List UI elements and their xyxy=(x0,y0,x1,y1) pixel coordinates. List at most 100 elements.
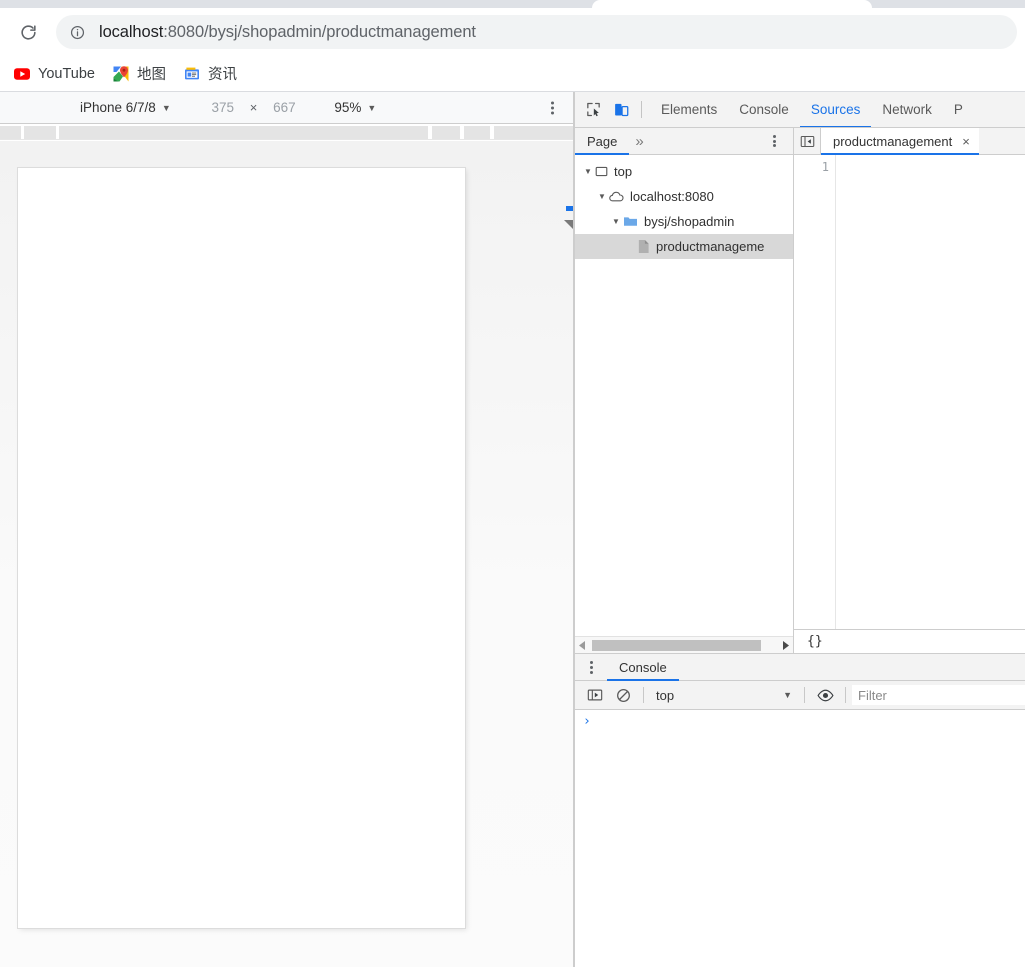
expander-triangle-icon[interactable]: ▼ xyxy=(595,192,609,201)
sources-panel: Page » ▼ top ▼ localhost:8080 ▼ bysj/sho… xyxy=(575,127,1025,967)
tab-label: P xyxy=(953,102,963,117)
sources-top-split: Page » ▼ top ▼ localhost:8080 ▼ bysj/sho… xyxy=(575,127,1025,653)
console-context-dropdown[interactable]: top ▼ xyxy=(650,688,798,703)
editor-code-content[interactable] xyxy=(836,155,1025,629)
devtools-pane: Elements Console Sources Network P Page … xyxy=(574,92,1025,967)
prompt-arrow-icon: › xyxy=(583,714,591,729)
emulated-page-viewport[interactable] xyxy=(18,168,465,928)
inspect-element-icon[interactable] xyxy=(579,97,607,123)
bookmark-maps[interactable]: 地图 xyxy=(105,61,174,87)
tab-label: Sources xyxy=(810,102,861,117)
tree-item-label: bysj/shopadmin xyxy=(644,214,735,229)
device-zoom-label: 95% xyxy=(334,100,362,115)
file-icon xyxy=(638,240,649,253)
bookmarks-bar: YouTube 地图 资讯 xyxy=(0,56,1025,92)
tab-network[interactable]: Network xyxy=(871,92,943,127)
toolbar-divider xyxy=(845,687,846,703)
chevron-down-icon: ▼ xyxy=(161,102,171,113)
devtools-tabbar: Elements Console Sources Network P xyxy=(575,92,1025,128)
tree-item-localhost[interactable]: ▼ localhost:8080 xyxy=(575,184,793,209)
navigator-tabbar: Page » xyxy=(575,128,793,155)
expander-triangle-icon[interactable]: ▼ xyxy=(581,167,595,176)
tree-item-label: top xyxy=(614,164,633,179)
device-toolbar-icon[interactable] xyxy=(607,97,635,123)
page-file-tree: ▼ top ▼ localhost:8080 ▼ bysj/shopadmin … xyxy=(575,155,793,636)
device-height-input[interactable]: 667 xyxy=(264,100,304,115)
tab-console[interactable]: Console xyxy=(728,92,800,127)
tab-label: Console xyxy=(739,102,789,117)
console-output: › xyxy=(575,710,1025,967)
editor-statusbar: {} xyxy=(794,629,1025,653)
viewport-corner-resizer[interactable] xyxy=(564,220,573,229)
scroll-left-arrow-icon[interactable] xyxy=(575,640,590,650)
expander-triangle-icon[interactable]: ▼ xyxy=(609,217,623,226)
device-emulation-pane: iPhone 6/7/8 ▼ 375 × 667 95% ▼ xyxy=(0,92,574,967)
editor-body[interactable]: 1 xyxy=(794,155,1025,629)
console-prompt[interactable]: › xyxy=(575,713,1025,733)
bookmark-label: YouTube xyxy=(38,65,95,82)
ruler-segment xyxy=(432,126,460,139)
tree-item-top[interactable]: ▼ top xyxy=(575,159,793,184)
navigator-tab-label: Page xyxy=(587,133,618,149)
live-expression-eye-icon[interactable] xyxy=(811,682,839,708)
navigator-horizontal-scrollbar[interactable] xyxy=(575,636,793,653)
tree-item-folder[interactable]: ▼ bysj/shopadmin xyxy=(575,209,793,234)
scrollbar-thumb[interactable] xyxy=(592,639,761,651)
toolbar-divider xyxy=(643,687,644,703)
bookmark-news[interactable]: 资讯 xyxy=(176,61,245,87)
device-emulation-toolbar: iPhone 6/7/8 ▼ 375 × 667 95% ▼ xyxy=(0,92,574,124)
clear-console-icon[interactable] xyxy=(609,682,637,708)
tab-label: Elements xyxy=(661,102,718,117)
active-browser-tab[interactable] xyxy=(592,0,872,8)
console-sidebar-icon[interactable] xyxy=(581,682,609,708)
close-icon[interactable]: × xyxy=(962,135,970,148)
collapse-sidebar-icon[interactable] xyxy=(794,128,820,155)
console-filter-input[interactable] xyxy=(852,685,1025,705)
cloud-icon xyxy=(609,191,624,202)
dimension-separator: × xyxy=(249,100,258,115)
device-preset-label: iPhone 6/7/8 xyxy=(80,100,156,115)
tree-item-file-productmanagement[interactable]: productmanageme xyxy=(575,234,793,259)
ruler-segment xyxy=(494,126,573,139)
ruler-segment xyxy=(59,126,428,139)
device-width-input[interactable]: 375 xyxy=(203,100,243,115)
address-bar[interactable]: localhost:8080/bysj/shopadmin/productman… xyxy=(56,15,1017,49)
url-path: :8080/bysj/shopadmin/productmanagement xyxy=(163,22,476,41)
tab-elements[interactable]: Elements xyxy=(650,92,728,127)
device-zoom-dropdown[interactable]: 95% ▼ xyxy=(334,100,376,115)
google-maps-icon xyxy=(113,65,129,81)
editor-line-numbers: 1 xyxy=(794,155,836,629)
editor-tab-productmanagement[interactable]: productmanagement × xyxy=(821,127,979,155)
folder-icon xyxy=(624,217,637,226)
pretty-print-button[interactable]: {} xyxy=(803,633,827,650)
chevron-down-icon: ▼ xyxy=(783,690,792,700)
more-vertical-icon[interactable] xyxy=(581,654,601,681)
tab-strip xyxy=(0,0,1025,8)
tab-performance[interactable]: P xyxy=(943,92,974,127)
url-host: localhost xyxy=(99,22,164,41)
bookmark-youtube[interactable]: YouTube xyxy=(6,61,103,87)
console-toolbar: top ▼ xyxy=(575,681,1025,710)
drawer-tabbar: Console xyxy=(575,654,1025,681)
chevron-down-icon: ▼ xyxy=(367,102,377,113)
device-viewport-area xyxy=(0,141,574,967)
drawer-tab-label: Console xyxy=(619,659,667,675)
pane-splitter[interactable] xyxy=(573,92,574,967)
tree-item-label: localhost:8080 xyxy=(630,189,714,204)
chevron-double-right-icon[interactable]: » xyxy=(629,133,647,150)
tree-item-label: productmanageme xyxy=(656,239,765,254)
tab-sources[interactable]: Sources xyxy=(799,92,872,127)
more-vertical-icon[interactable] xyxy=(767,135,781,147)
info-circle-icon[interactable] xyxy=(66,21,88,43)
scroll-right-arrow-icon[interactable] xyxy=(778,640,793,650)
device-preset-dropdown[interactable]: iPhone 6/7/8 ▼ xyxy=(80,100,171,115)
reload-icon[interactable] xyxy=(11,15,45,49)
main-split: iPhone 6/7/8 ▼ 375 × 667 95% ▼ Elements … xyxy=(0,92,1025,967)
ruler-segment xyxy=(24,126,56,139)
navigator-tab-page[interactable]: Page xyxy=(575,128,630,155)
youtube-icon xyxy=(14,67,30,80)
more-vertical-icon[interactable] xyxy=(544,101,560,114)
bookmark-label: 资讯 xyxy=(207,67,237,83)
tab-label: Network xyxy=(882,102,932,117)
drawer-tab-console[interactable]: Console xyxy=(607,654,679,681)
